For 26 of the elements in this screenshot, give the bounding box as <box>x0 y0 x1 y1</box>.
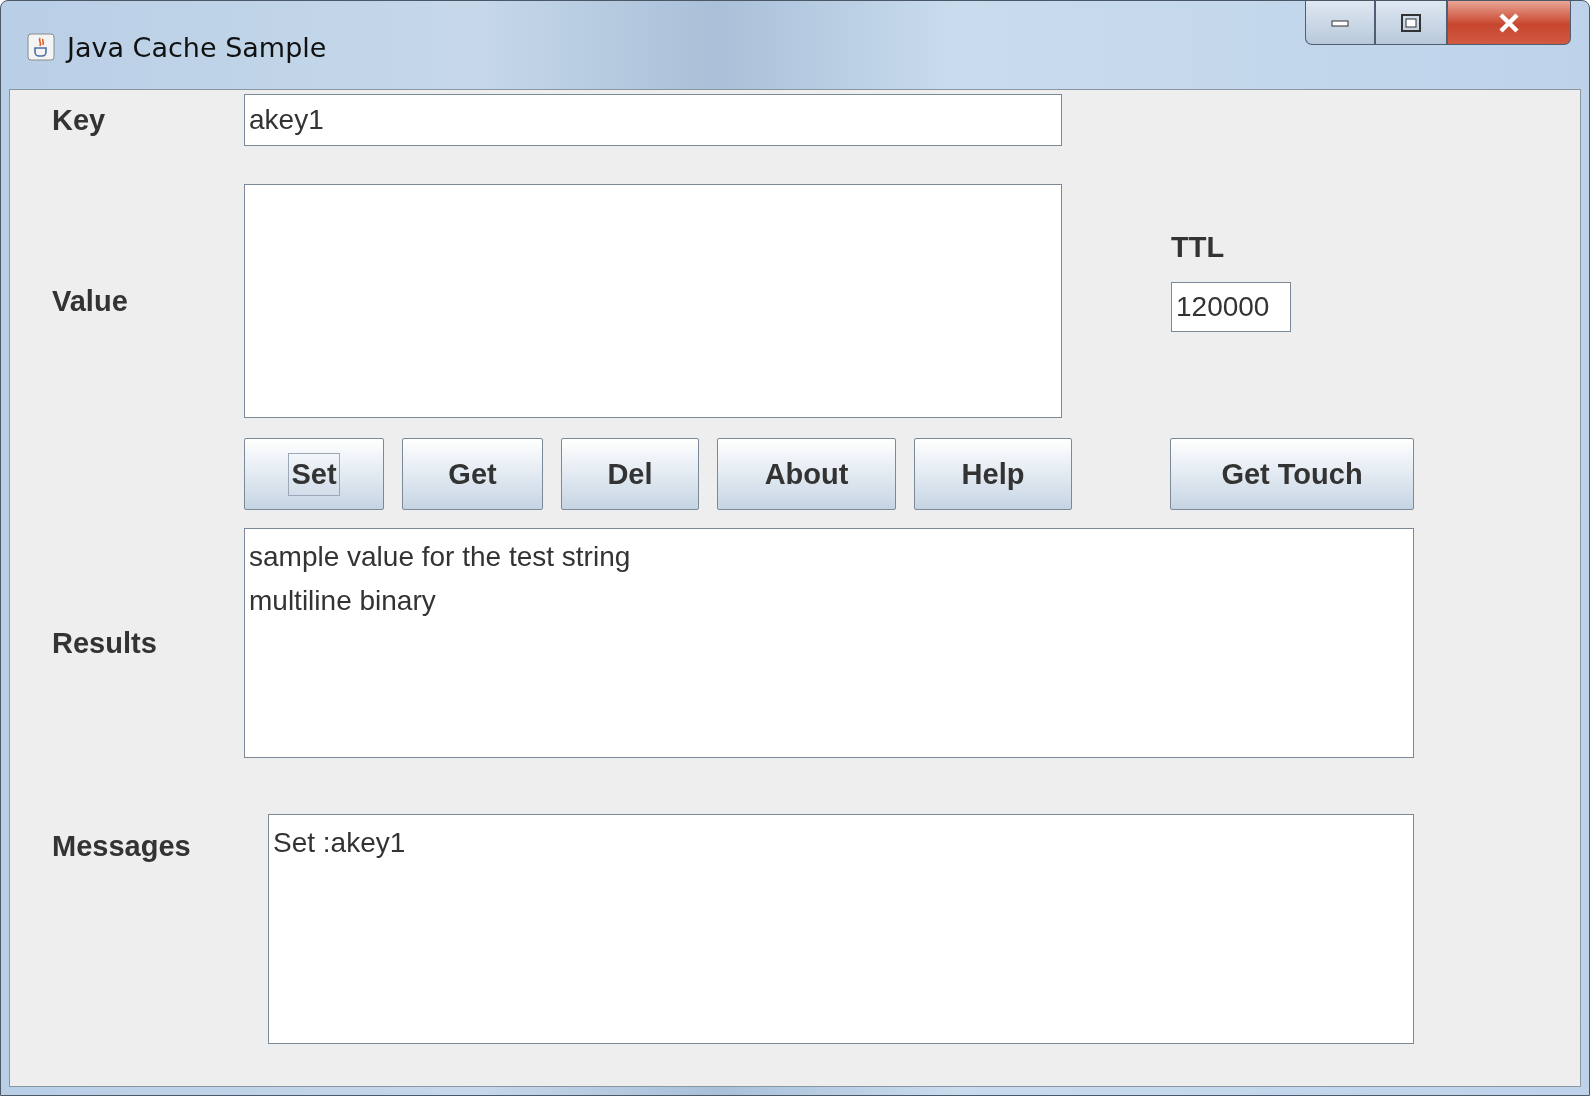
ttl-label: TTL <box>1171 230 1226 264</box>
results-text-area[interactable]: sample value for the test string multiline binary <box>244 528 1414 758</box>
maximize-button[interactable] <box>1375 1 1447 45</box>
action-button[interactable]: Del <box>561 438 699 510</box>
minimize-button[interactable] <box>1305 1 1375 45</box>
action-button[interactable]: Get <box>402 438 543 510</box>
message-line: Set :akey1 <box>273 826 407 860</box>
action-button[interactable]: Set <box>244 438 384 510</box>
result-line: multiline binary <box>249 584 437 618</box>
get-touch-button[interactable]: Get Touch <box>1170 438 1414 510</box>
key-label: Key <box>51 103 107 137</box>
window-title: Java Cache Sample <box>67 33 327 63</box>
result-line: sample value for the test string <box>249 540 632 574</box>
action-button[interactable]: Help <box>914 438 1072 510</box>
minimize-icon <box>1331 18 1349 27</box>
action-button[interactable]: About <box>717 438 896 510</box>
results-label: Results <box>51 626 158 660</box>
ttl-field[interactable]: 120000 <box>1171 281 1291 332</box>
messages-label: Messages <box>51 830 192 863</box>
maximize-icon <box>1401 13 1421 32</box>
value-label: Value <box>51 284 129 318</box>
messages-text-area[interactable]: Set :akey1 <box>268 814 1414 1044</box>
coffee-cup-icon <box>27 33 55 61</box>
close-icon <box>1497 12 1521 33</box>
key-field[interactable]: akey1 <box>244 94 1062 146</box>
close-button[interactable] <box>1447 1 1571 45</box>
